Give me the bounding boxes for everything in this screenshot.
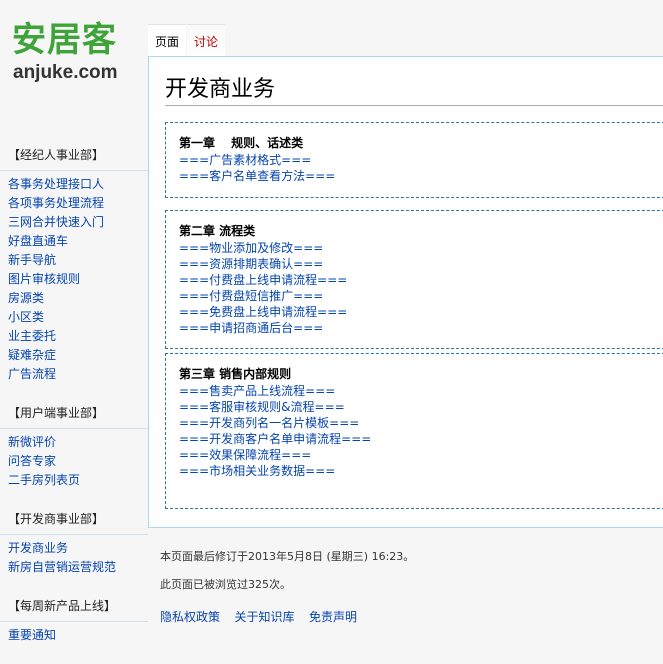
footer-link-privacy[interactable]: 隐私权政策 <box>160 610 220 624</box>
sidebar-item-link[interactable]: 广告流程 <box>8 367 56 381</box>
footer-views: 此页面已被浏览过325次。 <box>160 578 291 591</box>
sidebar-list: 重要通知 <box>0 622 148 645</box>
chapter-link[interactable]: ===资源排期表确认=== <box>179 256 663 272</box>
chapter-heading: 第三章 销售内部规则 <box>179 367 292 381</box>
chapter-link[interactable]: ===申请招商通后台=== <box>179 320 663 336</box>
sidebar-item: 广告流程 <box>8 365 148 384</box>
tab-page[interactable]: 页面 <box>148 24 187 56</box>
page-title: 开发商业务 <box>165 71 663 106</box>
sidebar-item: 新房自营销运营规范 <box>8 558 148 577</box>
sidebar-list: 新微评价问答专家二手房列表页 <box>0 429 148 490</box>
footer-links: 隐私权政策 关于知识库 免责声明 <box>160 608 368 625</box>
sidebar-item: 好盘直通车 <box>8 232 148 251</box>
footer-link-about[interactable]: 关于知识库 <box>235 610 295 624</box>
chapter-link[interactable]: ===物业添加及修改=== <box>179 240 663 256</box>
sidebar-section-title: 【经纪人事业部】 <box>0 140 148 171</box>
sidebar-item: 各项事务处理流程 <box>8 194 148 213</box>
sidebar-item: 三网合并快速入门 <box>8 213 148 232</box>
chapter-box: 第三章 销售内部规则 ===售卖产品上线流程=== ===客服审核规则&流程=== =… <box>165 353 663 509</box>
sidebar-item-link[interactable]: 新房自营销运营规范 <box>8 560 116 574</box>
sidebar-section: 【经纪人事业部】各事务处理接口人 各项事务处理流程 三网合并快速入门 好盘直通车新手导… <box>0 140 148 384</box>
sidebar-item-link[interactable]: 房源类 <box>8 291 44 305</box>
sidebar-item-link[interactable]: 业主委托 <box>8 329 56 343</box>
sidebar-list: 开发商业务新房自营销运营规范 <box>0 535 148 577</box>
sidebar-item: 问答专家 <box>8 452 148 471</box>
chapter-link[interactable]: ===售卖产品上线流程=== <box>179 383 663 399</box>
sidebar-item: 疑难杂症 <box>8 346 148 365</box>
chapter-box: 第二章 流程类 ===物业添加及修改=== ===资源排期表确认=== ===付费盘上… <box>165 210 663 349</box>
chapter-box: 第一章 规则、话述类 ===广告素材格式=== ===客户名单查看方法=== <box>165 122 663 198</box>
sidebar-section: 【用户端事业部】新微评价问答专家二手房列表页 <box>0 398 148 490</box>
sidebar-item-link[interactable]: 各事务处理接口人 <box>8 177 104 191</box>
chapter-link[interactable]: ===付费盘短信推广=== <box>179 288 663 304</box>
chapter-link[interactable]: ===付费盘上线申请流程=== <box>179 272 663 288</box>
chapter-link[interactable]: ===广告素材格式=== <box>179 152 663 168</box>
sidebar-item: 二手房列表页 <box>8 471 148 490</box>
chapter-link[interactable]: ===效果保障流程=== <box>179 447 663 463</box>
logo-cn-text: 安居客 <box>12 20 117 60</box>
chapter-link[interactable]: ===市场相关业务数据=== <box>179 463 663 479</box>
sidebar-list: 各事务处理接口人 各项事务处理流程 三网合并快速入门 好盘直通车新手导航图片审核规则房… <box>0 171 148 384</box>
sidebar-item-link[interactable]: 小区类 <box>8 310 44 324</box>
chapter-link[interactable]: ===开发商客户名单申请流程=== <box>179 431 663 447</box>
sidebar-item-link[interactable]: 开发商业务 <box>8 541 68 555</box>
sidebar-item-link[interactable]: 重要通知 <box>8 628 56 642</box>
sidebar-item-link[interactable]: 好盘直通车 <box>8 234 68 248</box>
chapter-link[interactable]: ===客户名单查看方法=== <box>179 168 663 184</box>
sidebar: 【经纪人事业部】各事务处理接口人 各项事务处理流程 三网合并快速入门 好盘直通车新手导… <box>0 140 148 659</box>
sidebar-item-link[interactable]: 新手导航 <box>8 253 56 267</box>
anjuke-logo[interactable]: 安居客 anjuke.com <box>0 0 148 100</box>
sidebar-item: 业主委托 <box>8 327 148 346</box>
page-tabs: 页面 讨论 <box>148 24 226 56</box>
footer-lastmod: 本页面最后修订于2013年5月8日 (星期三) 16:23。 <box>160 550 415 563</box>
sidebar-item: 图片审核规则 <box>8 270 148 289</box>
sidebar-item-link[interactable]: 图片审核规则 <box>8 272 80 286</box>
sidebar-item-link[interactable]: 二手房列表页 <box>8 473 80 487</box>
sidebar-item-link[interactable]: 新微评价 <box>8 435 56 449</box>
main-content: 开发商业务 第一章 规则、话述类 ===广告素材格式=== ===客户名单查看方法=… <box>148 56 663 528</box>
sidebar-item: 各事务处理接口人 <box>8 175 148 194</box>
sidebar-section: 【开发商事业部】开发商业务新房自营销运营规范 <box>0 504 148 577</box>
sidebar-item: 房源类 <box>8 289 148 308</box>
chapter-heading: 第二章 流程类 <box>179 224 256 238</box>
chapter-heading: 第一章 规则、话述类 <box>179 136 304 150</box>
sidebar-item-link[interactable]: 各项事务处理流程 <box>8 196 104 210</box>
sidebar-item-link[interactable]: 问答专家 <box>8 454 56 468</box>
sidebar-item: 小区类 <box>8 308 148 327</box>
sidebar-section-title: 【开发商事业部】 <box>0 504 148 535</box>
sidebar-section: 【每周新产品上线】重要通知 <box>0 591 148 645</box>
sidebar-item: 开发商业务 <box>8 539 148 558</box>
chapter-link[interactable]: ===免费盘上线申请流程=== <box>179 304 663 320</box>
tab-discussion[interactable]: 讨论 <box>187 24 226 56</box>
sidebar-item-link[interactable]: 疑难杂症 <box>8 348 56 362</box>
chapter-link[interactable]: ===客服审核规则&流程=== <box>179 399 663 415</box>
sidebar-item-link[interactable]: 三网合并快速入门 <box>8 215 104 229</box>
sidebar-item: 新手导航 <box>8 251 148 270</box>
sidebar-section-title: 【用户端事业部】 <box>0 398 148 429</box>
logo-en-text: anjuke.com <box>13 62 118 83</box>
chapter-link[interactable]: ===开发商列名一名片模板=== <box>179 415 663 431</box>
footer-link-disclaimer[interactable]: 免责声明 <box>309 610 357 624</box>
sidebar-item: 新微评价 <box>8 433 148 452</box>
sidebar-section-title: 【每周新产品上线】 <box>0 591 148 622</box>
sidebar-item: 重要通知 <box>8 626 148 645</box>
